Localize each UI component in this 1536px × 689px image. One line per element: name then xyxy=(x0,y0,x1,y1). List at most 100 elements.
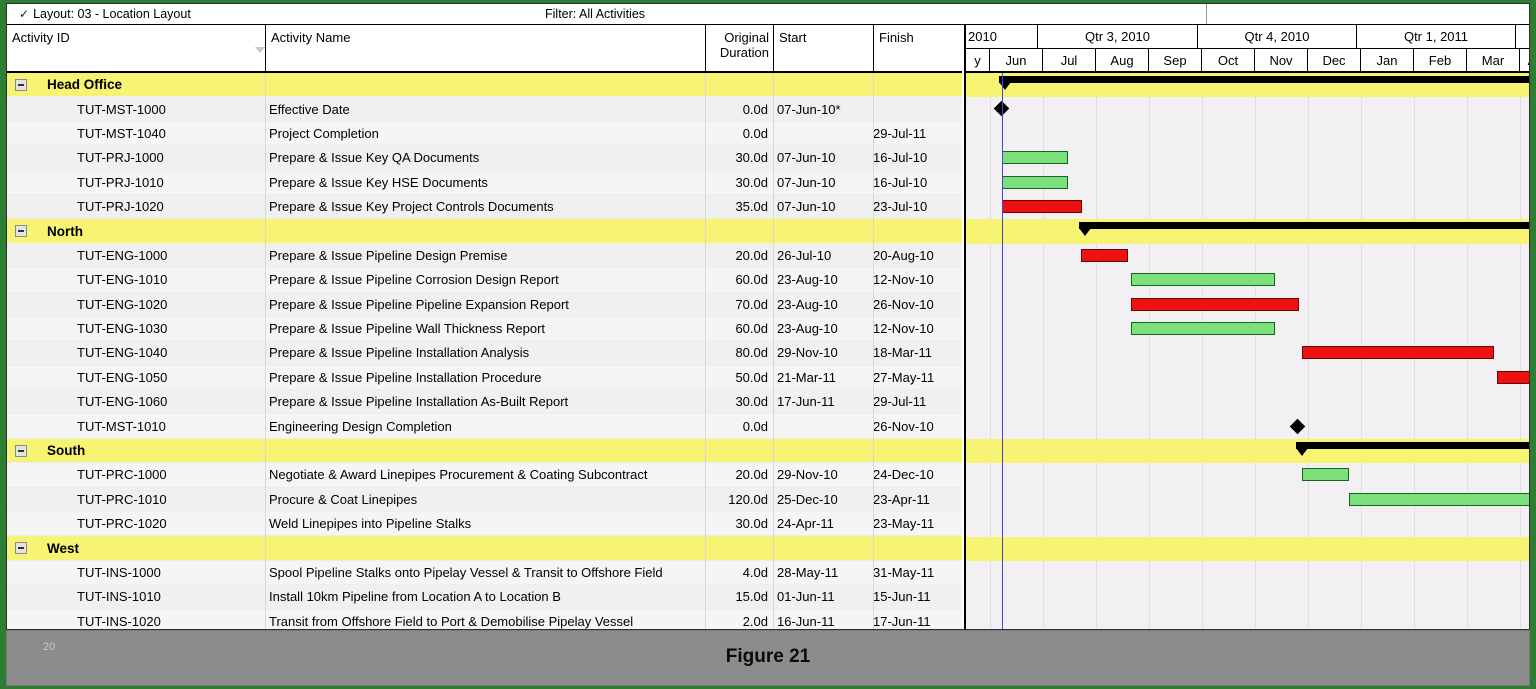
column-header-activity-name[interactable]: Activity Name xyxy=(265,25,705,71)
gantt-task-bar-red[interactable] xyxy=(1002,200,1082,213)
layout-label[interactable]: Layout: 03 - Location Layout xyxy=(33,7,191,21)
filter-label[interactable]: Filter: All Activities xyxy=(545,7,645,21)
table-row[interactable]: TUT-INS-1010 Install 10km Pipeline from L… xyxy=(7,585,962,610)
table-row[interactable]: TUT-ENG-1020 Prepare & Issue Pipeline Pip… xyxy=(7,292,962,317)
gantt-task-bar-green[interactable] xyxy=(1002,151,1068,165)
cell-activity-name: Engineering Design Completion xyxy=(269,418,452,434)
grid-column-divider xyxy=(705,73,706,629)
gantt-summary-bar[interactable] xyxy=(1079,222,1529,237)
gantt-task-bar-red[interactable] xyxy=(1131,297,1299,311)
cell-activity-id: TUT-INS-1000 xyxy=(77,565,161,580)
timescale-month-cell: Jun xyxy=(990,49,1043,71)
group-name: Head Office xyxy=(47,77,123,93)
collapse-minus-icon[interactable] xyxy=(15,225,27,238)
gantt-task-bar-green[interactable] xyxy=(1349,492,1529,506)
table-row[interactable]: TUT-PRC-1000 Negotiate & Award Linepipes … xyxy=(7,463,962,488)
cell-activity-name: Prepare & Issue Key HSE Documents xyxy=(269,174,488,190)
timescale-month-cell: Oct xyxy=(1202,49,1255,71)
table-row[interactable]: TUT-PRJ-1020 Prepare & Issue Key Project … xyxy=(7,194,962,220)
collapse-minus-icon[interactable] xyxy=(15,542,27,555)
table-row[interactable]: TUT-PRJ-1010 Prepare & Issue Key HSE Docu… xyxy=(7,170,962,195)
group-row[interactable]: West xyxy=(7,536,962,561)
table-row[interactable]: TUT-ENG-1010 Prepare & Issue Pipeline Cor… xyxy=(7,268,962,293)
gantt-task-bar-green[interactable] xyxy=(1131,322,1275,335)
column-header-start[interactable]: Start xyxy=(773,25,873,71)
cell-activity-id: TUT-INS-1010 xyxy=(77,589,161,605)
gantt-summary-bar[interactable] xyxy=(1296,442,1529,456)
collapse-minus-icon[interactable] xyxy=(15,79,27,91)
cell-original-duration: 35.0d xyxy=(735,199,768,215)
column-header-activity-id[interactable]: Activity ID xyxy=(7,25,265,71)
cell-finish-date: 16-Jul-10 xyxy=(873,150,928,166)
cell-finish-date: 23-Apr-11 xyxy=(873,491,930,507)
cell-start-date: 01-Jun-11 xyxy=(777,589,835,605)
cell-activity-name: Prepare & Issue Key QA Documents xyxy=(269,150,480,166)
cell-activity-id: TUT-ENG-1040 xyxy=(77,345,168,361)
figure-caption-band: 20 Figure 21 xyxy=(6,630,1530,686)
cell-finish-date: 31-May-11 xyxy=(873,565,935,580)
gantt-task-bar-red[interactable] xyxy=(1497,370,1529,384)
activity-table[interactable]: Head Office TUT-MST-1000 Effective Date 0.0… xyxy=(7,73,962,629)
gantt-task-bar-green[interactable] xyxy=(1131,273,1275,287)
timescale-header[interactable]: 2010 Qtr 3, 2010 Qtr 4, 2010 Qtr 1, 2011 yJ… xyxy=(964,25,1529,73)
cell-original-duration: 50.0d xyxy=(735,369,768,385)
cell-start-date: 16-Jun-11 xyxy=(777,613,835,629)
figure-caption: Figure 21 xyxy=(725,646,811,667)
cell-activity-name: Weld Linepipes into Pipeline Stalks xyxy=(269,516,472,532)
cell-activity-id: TUT-MST-1010 xyxy=(77,418,166,434)
group-row[interactable]: Head Office xyxy=(7,73,962,98)
cell-activity-name: Prepare & Issue Pipeline Installation Pr… xyxy=(269,369,542,385)
cell-activity-id: TUT-ENG-1030 xyxy=(77,321,168,337)
timescale-month-cell: y xyxy=(966,49,990,71)
table-row[interactable]: TUT-PRJ-1000 Prepare & Issue Key QA Docum… xyxy=(7,146,962,171)
grid-column-divider xyxy=(265,73,266,629)
gantt-chart-pane[interactable] xyxy=(964,73,1529,629)
table-row[interactable]: TUT-PRC-1010 Procure & Coat Linepipes 120.… xyxy=(7,487,962,513)
table-row[interactable]: TUT-MST-1040 Project Completion 0.0d 29-Jul… xyxy=(7,121,962,147)
cell-finish-date: 24-Dec-10 xyxy=(873,467,934,483)
gantt-summary-bar[interactable] xyxy=(999,76,1529,90)
table-row[interactable]: TUT-ENG-1060 Prepare & Issue Pipeline Ins… xyxy=(7,390,962,415)
gantt-group-band xyxy=(966,536,1529,561)
grid-column-divider xyxy=(873,73,874,629)
cell-activity-id: TUT-ENG-1010 xyxy=(77,272,168,288)
cell-finish-date: 20-Aug-10 xyxy=(873,247,934,263)
table-row[interactable]: TUT-ENG-1040 Prepare & Issue Pipeline Ins… xyxy=(7,341,962,366)
gantt-task-bar-green[interactable] xyxy=(1002,175,1068,189)
cell-original-duration: 2.0d xyxy=(742,613,768,629)
table-row[interactable]: TUT-ENG-1050 Prepare & Issue Pipeline Ins… xyxy=(7,365,962,391)
table-row[interactable]: TUT-PRC-1020 Weld Linepipes into Pipeline… xyxy=(7,512,962,537)
cell-finish-date: 29-Jul-11 xyxy=(873,125,927,141)
timescale-quarter-cell: 2010 xyxy=(966,25,1038,48)
gantt-task-bar-red[interactable] xyxy=(1302,346,1494,360)
gantt-task-bar-green[interactable] xyxy=(1302,468,1349,482)
cell-activity-name: Prepare & Issue Pipeline Wall Thickness … xyxy=(269,321,546,337)
group-row[interactable]: North xyxy=(7,219,962,244)
group-name: South xyxy=(47,443,86,459)
cell-original-duration: 0.0d xyxy=(742,125,768,141)
table-row[interactable]: TUT-MST-1000 Effective Date 0.0d 07-Jun-10* xyxy=(7,97,962,122)
collapse-minus-icon[interactable] xyxy=(15,444,27,457)
cell-finish-date: 12-Nov-10 xyxy=(873,321,934,337)
cell-activity-name: Prepare & Issue Pipeline Installation An… xyxy=(269,345,530,361)
cell-activity-id: TUT-PRC-1020 xyxy=(77,516,167,532)
gantt-task-bar-red[interactable] xyxy=(1081,248,1128,262)
cell-start-date: 07-Jun-10* xyxy=(777,101,841,117)
cell-finish-date: 15-Jun-11 xyxy=(873,589,931,605)
group-name: North xyxy=(47,223,83,239)
cell-original-duration: 60.0d xyxy=(735,272,768,288)
table-row[interactable]: TUT-MST-1010 Engineering Design Completio… xyxy=(7,414,962,439)
timescale-quarter-cell: Qtr 4, 2010 xyxy=(1198,25,1357,48)
table-row[interactable]: TUT-INS-1000 Spool Pipeline Stalks onto P… xyxy=(7,560,962,586)
group-row[interactable]: South xyxy=(7,438,962,464)
table-row[interactable]: TUT-INS-1020 Transit from Offshore Field … xyxy=(7,609,962,629)
cell-activity-name: Effective Date xyxy=(269,101,350,117)
cell-activity-name: Negotiate & Award Linepipes Procurement … xyxy=(269,467,648,483)
column-header-finish[interactable]: Finish xyxy=(873,25,962,71)
group-name: West xyxy=(47,540,80,556)
gantt-milestone-diamond[interactable] xyxy=(1289,418,1306,434)
table-row[interactable]: TUT-ENG-1030 Prepare & Issue Pipeline Wal… xyxy=(7,316,962,342)
table-row[interactable]: TUT-ENG-1000 Prepare & Issue Pipeline Des… xyxy=(7,243,962,269)
cell-original-duration: 20.0d xyxy=(735,467,768,483)
column-header-original-duration[interactable]: Original Duration xyxy=(705,25,773,71)
